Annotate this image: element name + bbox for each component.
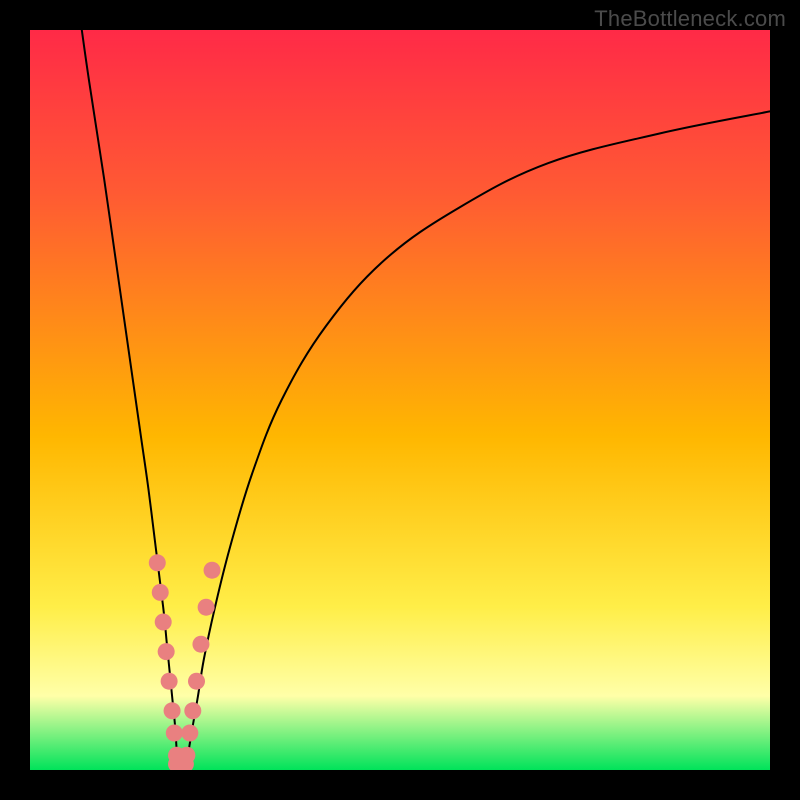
marker-dot: [184, 702, 201, 719]
marker-dot: [192, 636, 209, 653]
marker-dot: [181, 725, 198, 742]
watermark-text: TheBottleneck.com: [594, 6, 786, 32]
marker-dot: [152, 584, 169, 601]
marker-dot: [198, 599, 215, 616]
marker-dot: [149, 554, 166, 571]
marker-dot: [188, 673, 205, 690]
marker-dot: [164, 702, 181, 719]
marker-dot: [204, 562, 221, 579]
bottleneck-chart: [30, 30, 770, 770]
marker-dot: [161, 673, 178, 690]
marker-dot: [158, 643, 175, 660]
gradient-background: [30, 30, 770, 770]
marker-dot: [166, 725, 183, 742]
marker-dot: [155, 614, 172, 631]
chart-svg: [30, 30, 770, 770]
chart-frame: TheBottleneck.com: [0, 0, 800, 800]
